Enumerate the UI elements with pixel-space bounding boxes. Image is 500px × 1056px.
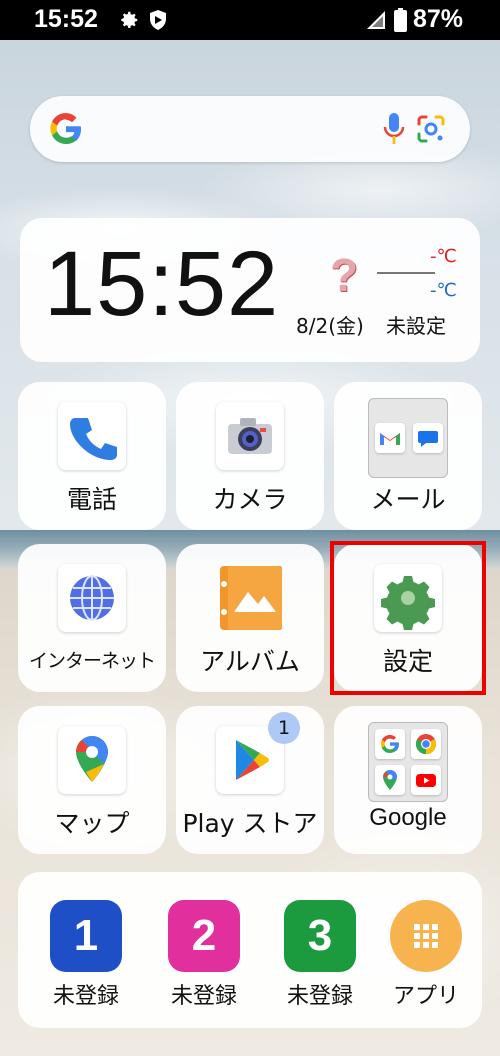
app-album[interactable]: アルバム <box>176 544 324 692</box>
speed-dial-2-label: 未登録 <box>170 984 237 1009</box>
app-drawer-button[interactable] <box>390 900 462 972</box>
weather-location: 未設定 <box>386 314 446 338</box>
battery-percent: 87% <box>413 5 464 33</box>
speed-dial-1-label: 未登録 <box>52 984 119 1009</box>
google-lens-icon[interactable] <box>416 114 446 144</box>
temp-divider <box>377 272 435 274</box>
app-label: インターネット <box>28 650 156 672</box>
gear-icon <box>121 11 138 28</box>
speed-dial-1-button[interactable]: 1 <box>50 900 122 972</box>
microphone-icon[interactable] <box>382 112 406 146</box>
app-mail-folder[interactable]: メール <box>334 382 482 530</box>
grid-icon <box>414 924 438 948</box>
google-g-icon <box>50 113 81 144</box>
app-google-folder[interactable]: Google <box>334 706 482 854</box>
app-drawer-label: アプリ <box>392 984 459 1009</box>
app-label: マップ <box>54 809 130 838</box>
chrome-icon <box>411 729 441 759</box>
battery-icon <box>394 8 407 32</box>
clock-weather-widget[interactable]: 15:52 ? 8/2(金) -℃ -℃ 未設定 <box>20 218 480 362</box>
phone-icon <box>58 402 126 470</box>
temp-low: -℃ <box>430 280 457 301</box>
shield-icon <box>150 10 166 30</box>
gmail-icon <box>375 423 405 453</box>
album-icon <box>216 564 284 632</box>
app-label: Google <box>369 804 447 831</box>
status-time: 15:52 <box>34 5 98 33</box>
app-maps[interactable]: マップ <box>18 706 166 854</box>
messages-icon <box>413 423 443 453</box>
temp-high: -℃ <box>430 246 457 267</box>
signal-icon <box>367 11 385 29</box>
app-label: アルバム <box>200 647 300 676</box>
google-folder-icon <box>368 722 448 802</box>
mail-folder-icon <box>368 398 448 478</box>
app-label: カメラ <box>212 485 288 514</box>
app-internet[interactable]: インターネット <box>18 544 166 692</box>
google-search-bar[interactable] <box>30 96 470 162</box>
speed-dial-2-button[interactable]: 2 <box>168 900 240 972</box>
app-camera[interactable]: カメラ <box>176 382 324 530</box>
app-phone[interactable]: 電話 <box>18 382 166 530</box>
globe-icon <box>58 564 126 632</box>
widget-time: 15:52 <box>44 233 280 335</box>
notification-badge: 1 <box>268 712 300 744</box>
speed-dial-3-label: 未登録 <box>286 984 353 1009</box>
status-bar: 15:52 87% <box>0 0 500 40</box>
settings-highlight-box <box>330 541 486 695</box>
youtube-icon <box>411 765 441 795</box>
weather-unknown-icon: ? <box>330 249 359 301</box>
app-label: 電話 <box>66 485 117 514</box>
google-g-mini-icon <box>375 729 405 759</box>
speed-dial-3-button[interactable]: 3 <box>284 900 356 972</box>
widget-date: 8/2(金) <box>296 314 364 338</box>
maps-mini-icon <box>375 765 405 795</box>
maps-pin-icon <box>58 726 126 794</box>
app-play-store[interactable]: Play ストア <box>176 706 324 854</box>
speed-dial-dock: 1 未登録 2 未登録 3 未登録 アプリ <box>18 872 482 1028</box>
camera-icon <box>216 402 284 470</box>
app-label: メール <box>370 485 446 514</box>
app-label: Play ストア <box>182 809 318 838</box>
